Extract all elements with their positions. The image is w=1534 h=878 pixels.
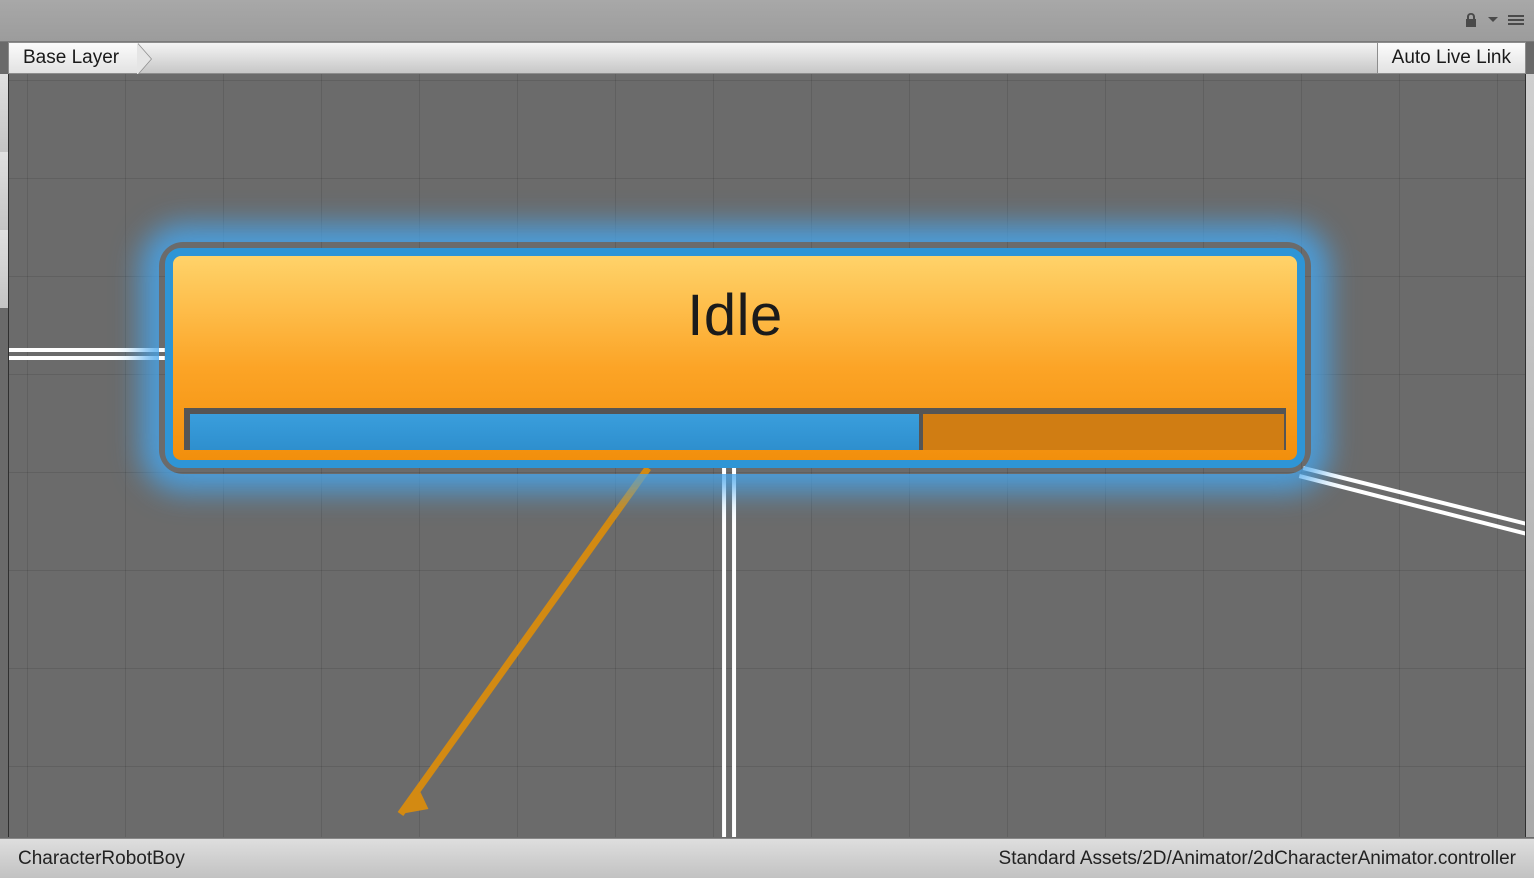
state-playback-progress-fill (190, 414, 923, 450)
toolbar-icons (1464, 12, 1524, 28)
status-right-text: Standard Assets/2D/Animator/2dCharacterA… (999, 848, 1516, 870)
panel-sliver (0, 230, 8, 308)
lock-icon[interactable] (1464, 12, 1478, 28)
animator-window: Base Layer Auto Live Link Idle (0, 0, 1534, 878)
dropdown-icon[interactable] (1488, 13, 1498, 27)
status-bar: CharacterRobotBoy Standard Assets/2D/Ani… (0, 838, 1534, 878)
breadcrumb-bar: Base Layer Auto Live Link (8, 42, 1526, 74)
state-node-title: Idle (687, 282, 783, 349)
panel-sliver (0, 152, 8, 230)
state-node-idle[interactable]: Idle (165, 248, 1305, 468)
auto-live-link-button[interactable]: Auto Live Link (1377, 43, 1525, 73)
window-toolbar (0, 0, 1534, 42)
layer-breadcrumb-label: Base Layer (23, 47, 119, 69)
status-left-text: CharacterRobotBoy (18, 848, 185, 870)
state-playback-progress (184, 408, 1286, 450)
context-menu-icon[interactable] (1508, 14, 1524, 26)
layer-breadcrumb[interactable]: Base Layer (9, 43, 137, 73)
animator-graph[interactable]: Idle (8, 74, 1526, 837)
auto-live-link-label: Auto Live Link (1392, 47, 1511, 69)
vertical-scrollbar[interactable] (1526, 74, 1534, 837)
panel-sliver (0, 74, 8, 152)
